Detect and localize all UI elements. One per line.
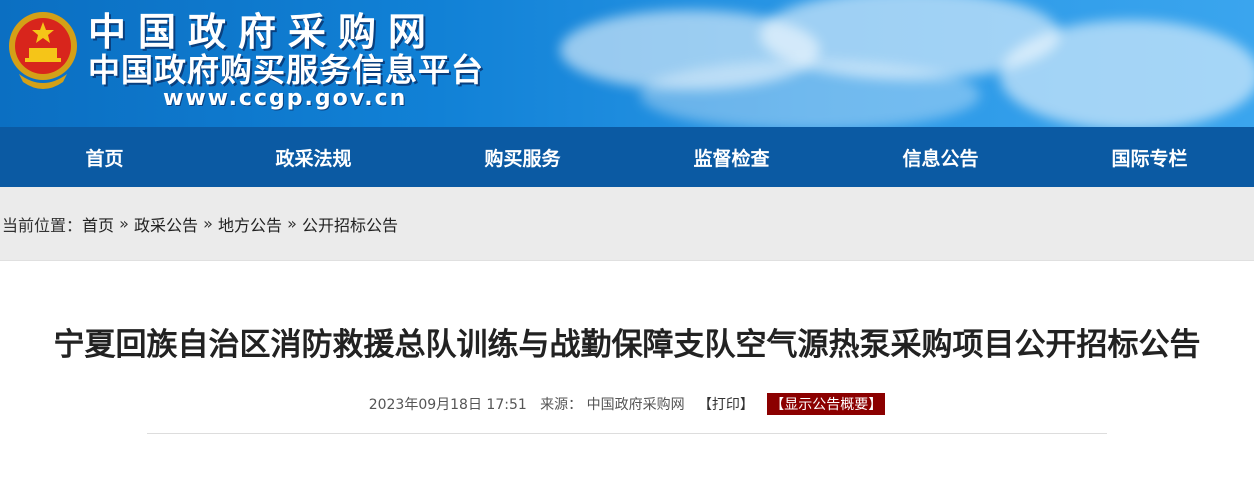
- show-summary-button[interactable]: 【显示公告概要】: [767, 393, 886, 415]
- print-link[interactable]: 【打印】: [698, 397, 754, 413]
- divider: [147, 433, 1107, 434]
- nav-item-purchase-services[interactable]: 购买服务: [418, 127, 627, 187]
- nav-item-regulations[interactable]: 政采法规: [209, 127, 418, 187]
- breadcrumb-item-home[interactable]: 首页: [82, 212, 114, 236]
- breadcrumb-separator: »: [282, 214, 302, 233]
- nav-item-home[interactable]: 首页: [0, 127, 209, 187]
- article-panel: 宁夏回族自治区消防救援总队训练与战勤保障支队空气源热泵采购项目公开招标公告 20…: [0, 260, 1254, 498]
- source-name: 中国政府采购网: [586, 397, 685, 413]
- site-subtitle: 中国政府购买服务信息平台: [88, 51, 485, 89]
- nav-item-supervision[interactable]: 监督检查: [627, 127, 836, 187]
- publish-date: 2023年09月18日 17:51: [368, 397, 527, 413]
- nav-item-announcements[interactable]: 信息公告: [836, 127, 1045, 187]
- breadcrumb-item-procurement-announcements[interactable]: 政采公告: [134, 212, 198, 236]
- breadcrumb-separator: »: [114, 214, 134, 233]
- article-meta: 2023年09月18日 17:51 来源： 中国政府采购网 【打印】 【显示公告…: [0, 393, 1254, 415]
- main-nav: 首页 政采法规 购买服务 监督检查 信息公告 国际专栏: [0, 127, 1254, 187]
- breadcrumb: 当前位置： 首页 » 政采公告 » 地方公告 » 公开招标公告: [0, 187, 1254, 260]
- nav-item-international[interactable]: 国际专栏: [1045, 127, 1254, 187]
- source-label: 来源：: [540, 397, 583, 413]
- breadcrumb-prefix: 当前位置：: [2, 215, 83, 235]
- breadcrumb-item-open-tender[interactable]: 公开招标公告: [302, 212, 398, 236]
- national-emblem-icon: [9, 12, 77, 89]
- breadcrumb-separator: »: [198, 214, 218, 233]
- breadcrumb-item-local-announcements[interactable]: 地方公告: [218, 212, 282, 236]
- article-title: 宁夏回族自治区消防救援总队训练与战勤保障支队空气源热泵采购项目公开招标公告: [53, 327, 1201, 363]
- site-title: 中国政府采购网: [88, 10, 439, 54]
- site-url: www.ccgp.gov.cn: [163, 86, 408, 111]
- site-banner: 中国政府采购网 中国政府购买服务信息平台 www.ccgp.gov.cn: [0, 0, 1254, 127]
